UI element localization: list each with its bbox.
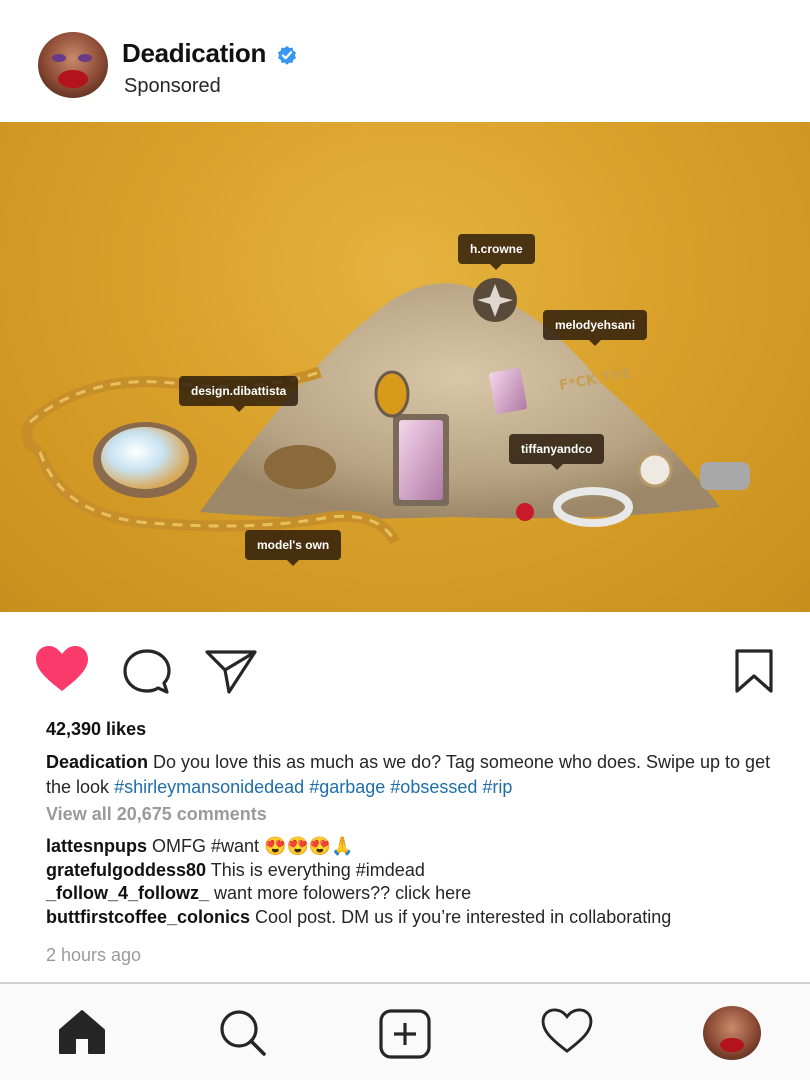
photo-tag[interactable]: tiffanyandco [509, 434, 605, 470]
comment-list: lattesnpups OMFG #want 😍😍😍🙏 gratefulgodd… [46, 835, 796, 929]
post-image[interactable]: F*CK THE h.crowne melodyehsani design.di… [0, 122, 810, 612]
new-post-icon[interactable] [378, 1008, 432, 1060]
post-username[interactable]: Deadication [122, 38, 266, 69]
comment-username[interactable]: gratefulgoddess80 [46, 860, 206, 880]
avatar-eye [52, 54, 66, 62]
avatar[interactable] [38, 32, 108, 98]
comment-text: Cool post. DM us if you’re interested in… [255, 906, 672, 927]
post-header: Deadication Sponsored [0, 0, 810, 122]
comment-item: lattesnpups OMFG #want 😍😍😍🙏 [46, 835, 796, 859]
comment-text: OMFG #want 😍😍😍🙏 [152, 836, 354, 856]
comment-username[interactable]: buttfirstcoffee_colonics [46, 907, 250, 927]
heart-filled-icon[interactable] [35, 645, 89, 693]
jewelry-sand-pile-image: F*CK THE [21, 278, 750, 545]
avatar-lips [720, 1038, 744, 1052]
bottom-nav [0, 982, 810, 1080]
caption-username[interactable]: Deadication [46, 752, 148, 772]
avatar-eye [78, 54, 92, 62]
photo-tag[interactable]: melodyehsani [543, 310, 648, 346]
comment-item: gratefulgoddess80 This is everything #im… [46, 859, 796, 883]
comment-item: _follow_4_followz_ want more folowers?? … [46, 882, 796, 906]
home-icon[interactable] [57, 1008, 107, 1056]
comment-icon[interactable] [121, 648, 173, 696]
post-timestamp: 2 hours ago [46, 945, 142, 965]
profile-avatar[interactable] [703, 1006, 761, 1060]
bookmark-icon[interactable] [734, 648, 774, 694]
likes-count[interactable]: 42,390 likes [46, 719, 146, 740]
hashtag-link[interactable]: #shirleymansonidedead [114, 777, 304, 797]
comment-username[interactable]: _follow_4_followz_ [46, 883, 209, 903]
caption: Deadication Do you love this as much as … [46, 750, 776, 800]
hashtag-link[interactable]: #rip [482, 777, 512, 797]
view-all-comments-link[interactable]: View all 20,675 comments [46, 804, 267, 825]
photo-tag[interactable]: h.crowne [458, 234, 535, 270]
comment-text: This is everything #imdead [210, 859, 425, 880]
hashtag-link[interactable]: #garbage [309, 777, 385, 797]
hashtag-link[interactable]: #obsessed [390, 777, 477, 797]
comment-item: buttfirstcoffee_colonics Cool post. DM u… [46, 906, 796, 930]
send-icon[interactable] [203, 648, 259, 696]
photo-tag[interactable]: design.dibattista [179, 376, 299, 412]
search-icon[interactable] [218, 1008, 268, 1058]
comment-username[interactable]: lattesnpups [46, 836, 147, 856]
sponsored-label: Sponsored [124, 75, 221, 97]
activity-heart-icon[interactable] [541, 1008, 593, 1054]
avatar-lips [58, 70, 88, 88]
photo-tag[interactable]: model's own [245, 530, 342, 566]
comment-text: want more folowers?? click here [214, 883, 472, 903]
verified-badge-icon [278, 45, 296, 65]
